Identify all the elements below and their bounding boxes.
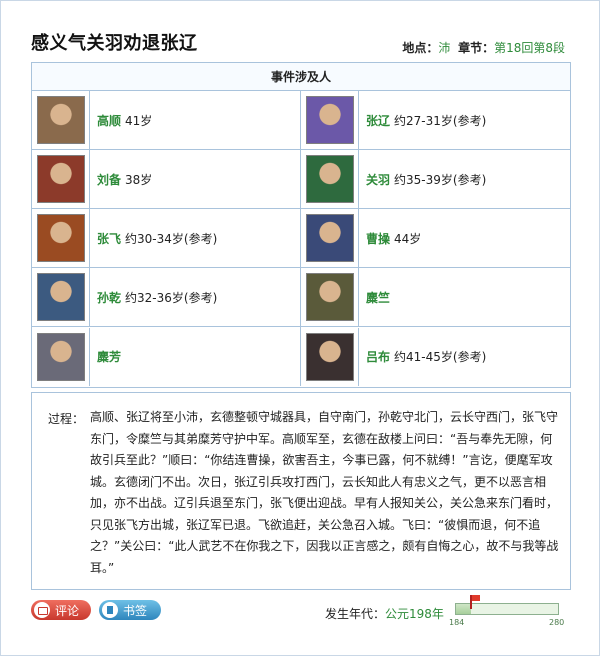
bookmark-button[interactable]: 书签: [99, 600, 161, 620]
era-label: 发生年代：: [325, 607, 386, 621]
person-name[interactable]: 吕布: [366, 350, 390, 364]
person-age: 44岁: [394, 231, 422, 246]
bookmark-label: 书签: [123, 603, 148, 618]
portrait-frame[interactable]: [32, 91, 90, 149]
portrait-image[interactable]: [36, 96, 85, 144]
person-age: 38岁: [125, 172, 153, 187]
person-info: 麋竺: [359, 289, 394, 306]
portrait-image[interactable]: [305, 155, 354, 203]
portrait-frame[interactable]: [301, 268, 359, 326]
location-label: 地点：: [402, 41, 439, 55]
person-card: 张辽 约27-31岁(参考): [301, 91, 570, 150]
person-card: 张飞 约30-34岁(参考): [32, 209, 301, 268]
person-card: 麋竺: [301, 268, 570, 327]
person-name[interactable]: 张辽: [366, 114, 390, 128]
portrait-image[interactable]: [36, 273, 85, 321]
portrait-image[interactable]: [36, 332, 85, 381]
person-card: 吕布 约41-45岁(参考): [301, 327, 570, 386]
person-info: 刘备 38岁: [90, 171, 152, 188]
chapter-value[interactable]: 第18回第8段: [494, 41, 565, 55]
people-heading: 事件涉及人: [32, 63, 570, 91]
person-info: 曹操 44岁: [359, 230, 421, 247]
event-footer: 评论 书签 发生年代：公元198年 184 280: [31, 595, 571, 629]
portrait-frame[interactable]: [32, 209, 90, 267]
portrait-frame[interactable]: [301, 209, 359, 267]
person-card: 刘备 38岁: [32, 150, 301, 209]
portrait-image[interactable]: [305, 96, 354, 144]
portrait-image[interactable]: [305, 332, 354, 381]
person-info: 麋芳: [90, 348, 125, 365]
portrait-frame[interactable]: [301, 91, 359, 149]
comment-label: 评论: [55, 603, 80, 618]
person-name[interactable]: 关羽: [366, 173, 390, 187]
process-box: 过程： 高顺、张辽将至小沛，玄德整顿守城器具，自守南门，孙乾守北门，云长守西门，…: [31, 392, 571, 590]
timeline-min-label: 184: [449, 618, 465, 627]
event-page: 感义气关羽劝退张辽 地点：沛 章节：第18回第8段 事件涉及人 高顺 41岁 张辽…: [0, 0, 600, 656]
person-info: 张辽 约27-31岁(参考): [359, 112, 486, 129]
people-grid: 高顺 41岁 张辽 约27-31岁(参考) 刘备 38岁 关羽 约35-39岁(参考) …: [32, 91, 570, 386]
person-age: 约32-36岁(参考): [125, 290, 218, 305]
person-name[interactable]: 麋竺: [366, 291, 390, 305]
portrait-image[interactable]: [305, 273, 354, 321]
event-title: 感义气关羽劝退张辽: [31, 33, 198, 54]
portrait-frame[interactable]: [32, 150, 90, 208]
portrait-frame[interactable]: [32, 268, 90, 326]
timeline-fill: [456, 604, 471, 614]
portrait-image[interactable]: [305, 214, 354, 262]
person-name[interactable]: 张飞: [97, 232, 121, 246]
portrait-image[interactable]: [36, 214, 85, 262]
person-info: 高顺 41岁: [90, 112, 152, 129]
flag-icon[interactable]: [470, 595, 480, 609]
person-info: 吕布 约41-45岁(参考): [359, 348, 486, 365]
person-card: 曹操 44岁: [301, 209, 570, 268]
bookmark-icon: [102, 602, 118, 618]
person-card: 麋芳: [32, 327, 301, 386]
comment-button[interactable]: 评论: [31, 600, 91, 620]
portrait-frame[interactable]: [301, 327, 359, 386]
person-name[interactable]: 孙乾: [97, 291, 121, 305]
people-table: 事件涉及人 高顺 41岁 张辽 约27-31岁(参考) 刘备 38岁 关羽 约35-39…: [31, 62, 571, 388]
location-value[interactable]: 沛: [438, 41, 450, 55]
person-age: 41岁: [125, 113, 153, 128]
person-age: 约30-34岁(参考): [125, 231, 218, 246]
portrait-frame[interactable]: [301, 150, 359, 208]
person-name[interactable]: 麋芳: [97, 350, 121, 364]
portrait-image[interactable]: [36, 155, 85, 203]
chapter-label: 章节：: [458, 41, 495, 55]
person-name[interactable]: 刘备: [97, 173, 121, 187]
person-info: 关羽 约35-39岁(参考): [359, 171, 486, 188]
person-name[interactable]: 曹操: [366, 232, 390, 246]
person-age: 约35-39岁(参考): [394, 172, 487, 187]
era-value: 公元198年: [385, 607, 444, 621]
timeline-max-label: 280: [549, 618, 565, 627]
process-text: 高顺、张辽将至小沛，玄德整顿守城器具，自守南门，孙乾守北门，云长守西门，张飞守东…: [90, 410, 559, 575]
person-card: 关羽 约35-39岁(参考): [301, 150, 570, 209]
person-age: 约27-31岁(参考): [394, 113, 487, 128]
process-label: 过程：: [48, 412, 85, 426]
person-name[interactable]: 高顺: [97, 114, 121, 128]
portrait-frame[interactable]: [32, 327, 90, 386]
person-card: 孙乾 约32-36岁(参考): [32, 268, 301, 327]
event-meta: 地点：沛 章节：第18回第8段: [402, 39, 565, 56]
person-age: 约41-45岁(参考): [394, 350, 487, 364]
era-display: 发生年代：公元198年: [325, 605, 444, 622]
event-header: 感义气关羽劝退张辽 地点：沛 章节：第18回第8段: [1, 1, 599, 61]
person-info: 张飞 约30-34岁(参考): [90, 230, 217, 247]
person-card: 高顺 41岁: [32, 91, 301, 150]
comment-icon: [34, 602, 50, 618]
person-info: 孙乾 约32-36岁(参考): [90, 289, 217, 306]
